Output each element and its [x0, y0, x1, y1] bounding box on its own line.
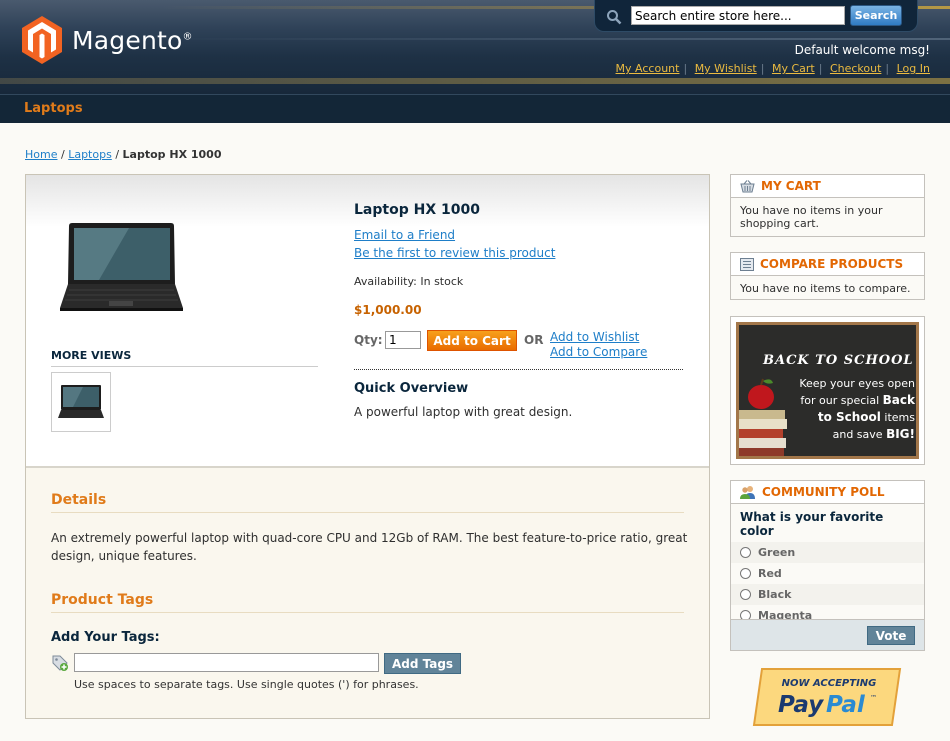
- availability: Availability: In stock: [354, 275, 464, 288]
- poll-question: What is your favorite color: [740, 510, 884, 538]
- my-cart-link[interactable]: My Cart: [772, 62, 815, 75]
- poll-option-black[interactable]: Black: [731, 584, 924, 605]
- product-price: $1,000.00: [354, 303, 422, 317]
- laptop-thumbnail-icon: [58, 385, 104, 418]
- search-icon: [607, 10, 622, 25]
- product-tags-title: Product Tags: [51, 592, 684, 613]
- breadcrumb-laptops[interactable]: Laptops: [68, 148, 112, 161]
- logo[interactable]: Magento®: [22, 16, 193, 64]
- community-poll-block: COMMUNITY POLL What is your favorite col…: [730, 480, 925, 651]
- back-to-school-banner[interactable]: BACK TO SCHOOL Keep your eyes open for o…: [730, 316, 925, 465]
- log-in-link[interactable]: Log In: [897, 62, 930, 75]
- search-button[interactable]: Search: [850, 5, 902, 26]
- radio-button[interactable]: [740, 568, 751, 579]
- more-views-title: MORE VIEWS: [51, 349, 318, 367]
- chalkboard-image: BACK TO SCHOOL Keep your eyes open for o…: [736, 322, 919, 459]
- poll-actions: Vote: [731, 619, 924, 650]
- paypal-pal: Pal: [826, 692, 866, 718]
- product-essential: MORE VIEWS Laptop HX 1000 Email to a Fri…: [26, 175, 709, 466]
- add-to-cart-button[interactable]: Add to Cart: [427, 330, 517, 351]
- community-poll-title: COMMUNITY POLL: [731, 481, 924, 504]
- more-views-thumbnail[interactable]: [51, 372, 111, 432]
- quick-overview-title: Quick Overview: [354, 381, 469, 396]
- checkout-link[interactable]: Checkout: [830, 62, 881, 75]
- magento-logo-icon: [22, 16, 62, 64]
- tag-add-icon: [52, 655, 68, 671]
- write-review-link[interactable]: Be the first to review this product: [354, 246, 555, 260]
- product-tag-input[interactable]: [74, 653, 379, 672]
- top-links: My Account | My Wishlist | My Cart | Checko…: [615, 62, 930, 75]
- nav-item-laptops[interactable]: Laptops: [24, 101, 83, 116]
- my-wishlist-link[interactable]: My Wishlist: [695, 62, 757, 75]
- add-tags-label: Add Your Tags:: [51, 630, 160, 645]
- apple-books-icon: [739, 378, 787, 456]
- my-cart-text: You have no items in your shopping cart.: [740, 204, 883, 230]
- compare-products-block: COMPARE PRODUCTS You have no items to co…: [730, 252, 925, 300]
- paypal-now-accepting: NOW ACCEPTING: [782, 678, 877, 689]
- breadcrumb-current: Laptop HX 1000: [122, 148, 222, 161]
- search-input[interactable]: [631, 6, 845, 25]
- my-account-link[interactable]: My Account: [616, 62, 680, 75]
- paypal-tm: ™: [870, 694, 877, 702]
- radio-button[interactable]: [740, 589, 751, 600]
- or-separator: OR: [524, 333, 544, 347]
- logo-text: Magento®: [72, 25, 193, 55]
- compare-products-text: You have no items to compare.: [740, 282, 911, 295]
- my-cart-title: MY CART: [731, 175, 924, 198]
- divider: [354, 369, 683, 370]
- laptop-image-icon: [60, 223, 183, 311]
- qty-input[interactable]: [385, 331, 421, 349]
- product-view: MORE VIEWS Laptop HX 1000 Email to a Fri…: [25, 174, 710, 719]
- banner-title: BACK TO SCHOOL: [763, 353, 914, 368]
- compare-products-title: COMPARE PRODUCTS: [731, 253, 924, 276]
- banner-text: Keep your eyes open for our special Back…: [799, 377, 915, 441]
- qty-label: Qty:: [354, 333, 383, 347]
- vote-button[interactable]: Vote: [867, 626, 915, 645]
- users-icon: [740, 486, 755, 499]
- search-form: Search: [594, 0, 918, 32]
- breadcrumb-home[interactable]: Home: [25, 148, 57, 161]
- welcome-message: Default welcome msg!: [794, 43, 930, 57]
- tags-hint: Use spaces to separate tags. Use single …: [74, 678, 419, 691]
- paypal-badge[interactable]: NOW ACCEPTING Pay Pal ™: [752, 667, 902, 727]
- add-to-compare-link[interactable]: Add to Compare: [550, 345, 647, 359]
- paypal-pay: Pay: [778, 692, 824, 718]
- poll-option-green[interactable]: Green: [731, 542, 924, 563]
- site-header: Magento® Search Default welcome msg! My …: [0, 0, 950, 94]
- quick-overview-text: A powerful laptop with great design.: [354, 405, 573, 419]
- radio-button[interactable]: [740, 547, 751, 558]
- basket-icon: [740, 179, 755, 192]
- product-name: Laptop HX 1000: [354, 202, 480, 218]
- breadcrumb: Home / Laptops / Laptop HX 1000: [25, 148, 222, 161]
- poll-option-red[interactable]: Red: [731, 563, 924, 584]
- add-tags-button[interactable]: Add Tags: [384, 653, 461, 674]
- details-text: An extremely powerful laptop with quad-c…: [51, 531, 688, 563]
- header-stripe: [0, 78, 950, 84]
- email-to-friend-link[interactable]: Email to a Friend: [354, 228, 455, 242]
- product-image[interactable]: [59, 220, 189, 318]
- add-to-wishlist-link[interactable]: Add to Wishlist: [550, 330, 639, 344]
- my-cart-block: MY CART You have no items in your shoppi…: [730, 174, 925, 237]
- details-title: Details: [51, 492, 684, 513]
- main-nav: Laptops: [0, 94, 950, 123]
- header-stripe: [160, 38, 950, 40]
- compare-list-icon: [740, 257, 754, 271]
